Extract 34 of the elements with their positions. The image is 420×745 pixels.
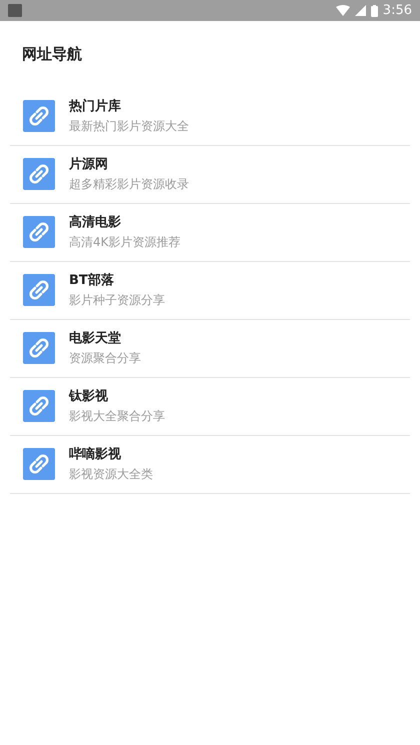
link-description: 超多精彩影片资源收录: [69, 176, 189, 192]
link-name: 热门片库: [69, 98, 122, 115]
link-name: 哔嘀影视: [69, 446, 122, 463]
battery-icon: [370, 4, 378, 16]
status-time: 3:56: [382, 2, 412, 20]
wifi-icon: [336, 5, 350, 16]
link-icon: [23, 332, 55, 364]
link-item[interactable]: 热门片库 最新热门影片资源大全: [10, 88, 410, 146]
notification-icon: [8, 4, 22, 17]
link-icon: [23, 448, 55, 480]
link-icon: [23, 158, 55, 190]
link-item[interactable]: 哔嘀影视 影视资源大全类: [10, 436, 410, 494]
link-name: 钛影视: [69, 388, 109, 405]
signal-icon: [354, 5, 366, 16]
link-description: 影视资源大全类: [69, 466, 153, 482]
link-name: 高清电影: [69, 214, 122, 231]
link-item[interactable]: 电影天堂 资源聚合分享: [10, 320, 410, 378]
link-item[interactable]: BT部落 影片种子资源分享: [10, 262, 410, 320]
page-title: 网址导航: [21, 44, 83, 65]
link-item[interactable]: 片源网 超多精彩影片资源收录: [10, 146, 410, 204]
link-icon: [23, 100, 55, 132]
link-name: 片源网: [69, 156, 109, 173]
link-item[interactable]: 高清电影 高清4K影片资源推荐: [10, 204, 410, 262]
link-description: 影视大全聚合分享: [69, 408, 165, 424]
link-icon: [23, 390, 55, 422]
link-name: 电影天堂: [69, 330, 122, 347]
link-description: 资源聚合分享: [69, 350, 141, 366]
link-description: 高清4K影片资源推荐: [69, 234, 181, 250]
link-name: BT部落: [69, 272, 115, 289]
link-description: 影片种子资源分享: [69, 292, 165, 308]
link-icon: [23, 216, 55, 248]
link-icon: [23, 274, 55, 306]
link-item[interactable]: 钛影视 影视大全聚合分享: [10, 378, 410, 436]
link-description: 最新热门影片资源大全: [69, 118, 189, 134]
